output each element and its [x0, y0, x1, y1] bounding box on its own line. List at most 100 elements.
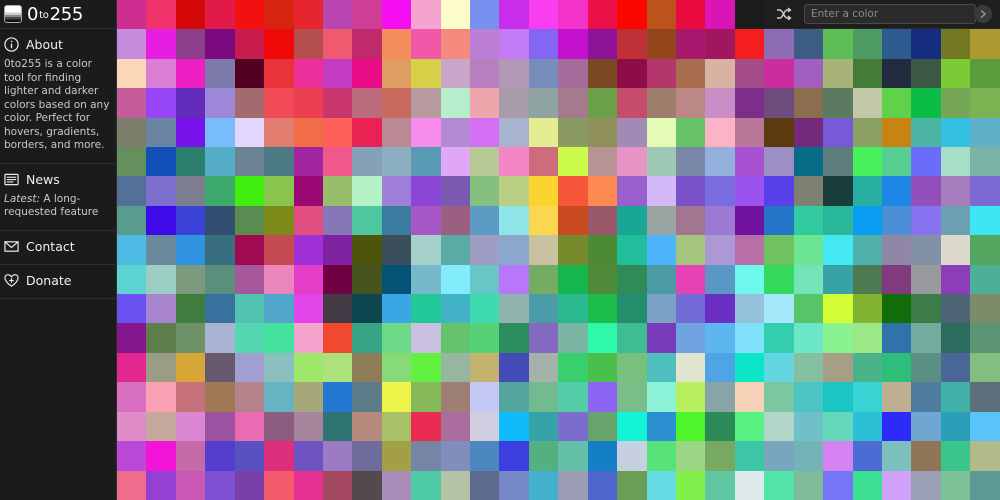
color-swatch[interactable]	[117, 264, 147, 295]
color-swatch[interactable]	[911, 470, 941, 500]
color-swatch[interactable]	[823, 441, 853, 471]
color-swatch[interactable]	[117, 58, 147, 89]
color-swatch[interactable]	[676, 176, 706, 206]
color-swatch[interactable]	[470, 88, 500, 118]
color-swatch[interactable]	[293, 205, 323, 236]
color-swatch[interactable]	[940, 205, 971, 236]
color-swatch[interactable]	[264, 264, 294, 295]
color-swatch[interactable]	[587, 147, 618, 177]
color-swatch[interactable]	[734, 29, 765, 59]
color-swatch[interactable]	[970, 88, 1000, 118]
color-swatch[interactable]	[764, 117, 794, 148]
color-swatch[interactable]	[705, 352, 735, 383]
color-swatch[interactable]	[117, 88, 147, 118]
color-swatch[interactable]	[764, 205, 794, 236]
color-swatch[interactable]	[823, 411, 853, 442]
color-swatch[interactable]	[676, 411, 706, 442]
color-swatch[interactable]	[440, 382, 471, 412]
color-swatch[interactable]	[264, 470, 294, 500]
color-swatch[interactable]	[764, 323, 794, 353]
color-swatch[interactable]	[881, 205, 912, 236]
color-swatch[interactable]	[646, 352, 677, 383]
color-swatch[interactable]	[940, 147, 971, 177]
color-swatch[interactable]	[440, 352, 471, 383]
color-swatch[interactable]	[852, 382, 882, 412]
color-swatch[interactable]	[117, 382, 147, 412]
color-swatch[interactable]	[970, 29, 1000, 59]
shuffle-button[interactable]	[764, 0, 804, 28]
color-swatch[interactable]	[440, 0, 471, 30]
color-swatch[interactable]	[146, 147, 176, 177]
color-swatch[interactable]	[587, 352, 618, 383]
color-swatch[interactable]	[322, 235, 353, 265]
color-swatch[interactable]	[322, 382, 353, 412]
color-swatch[interactable]	[617, 117, 647, 148]
color-swatch[interactable]	[793, 88, 824, 118]
color-swatch[interactable]	[705, 294, 735, 324]
color-swatch[interactable]	[617, 58, 647, 89]
color-swatch[interactable]	[381, 58, 412, 89]
color-swatch[interactable]	[911, 264, 941, 295]
color-swatch[interactable]	[793, 352, 824, 383]
color-swatch[interactable]	[499, 352, 529, 383]
color-swatch[interactable]	[322, 88, 353, 118]
color-swatch[interactable]	[411, 58, 441, 89]
color-swatch[interactable]	[764, 441, 794, 471]
color-swatch[interactable]	[852, 470, 882, 500]
color-swatch[interactable]	[234, 411, 265, 442]
color-swatch[interactable]	[470, 117, 500, 148]
color-swatch[interactable]	[322, 294, 353, 324]
color-swatch[interactable]	[558, 264, 588, 295]
color-swatch[interactable]	[587, 235, 618, 265]
color-swatch[interactable]	[852, 58, 882, 89]
color-swatch[interactable]	[793, 58, 824, 89]
color-swatch[interactable]	[587, 117, 618, 148]
color-swatch[interactable]	[617, 352, 647, 383]
color-swatch[interactable]	[911, 411, 941, 442]
color-swatch[interactable]	[793, 147, 824, 177]
color-swatch[interactable]	[293, 29, 323, 59]
color-swatch[interactable]	[558, 29, 588, 59]
color-swatch[interactable]	[705, 470, 735, 500]
color-swatch[interactable]	[234, 0, 265, 30]
color-swatch[interactable]	[175, 88, 206, 118]
color-swatch[interactable]	[175, 352, 206, 383]
color-swatch[interactable]	[146, 205, 176, 236]
color-swatch[interactable]	[911, 147, 941, 177]
color-swatch[interactable]	[617, 205, 647, 236]
nav-contact[interactable]: Contact	[4, 239, 112, 254]
color-swatch[interactable]	[352, 235, 382, 265]
color-swatch[interactable]	[823, 264, 853, 295]
color-swatch[interactable]	[793, 176, 824, 206]
color-swatch[interactable]	[264, 205, 294, 236]
color-swatch[interactable]	[293, 0, 323, 30]
color-swatch[interactable]	[646, 58, 677, 89]
color-swatch[interactable]	[617, 176, 647, 206]
color-swatch[interactable]	[175, 235, 206, 265]
color-swatch[interactable]	[264, 294, 294, 324]
color-swatch[interactable]	[440, 294, 471, 324]
color-swatch[interactable]	[764, 411, 794, 442]
color-swatch[interactable]	[793, 411, 824, 442]
color-swatch[interactable]	[264, 411, 294, 442]
color-swatch[interactable]	[470, 411, 500, 442]
color-swatch[interactable]	[705, 205, 735, 236]
color-swatch[interactable]	[852, 323, 882, 353]
color-swatch[interactable]	[264, 323, 294, 353]
color-swatch[interactable]	[734, 205, 765, 236]
color-swatch[interactable]	[264, 0, 294, 30]
color-swatch[interactable]	[117, 411, 147, 442]
color-swatch[interactable]	[293, 58, 323, 89]
color-swatch[interactable]	[646, 382, 677, 412]
color-swatch[interactable]	[322, 323, 353, 353]
color-swatch[interactable]	[264, 88, 294, 118]
color-swatch[interactable]	[558, 176, 588, 206]
color-swatch[interactable]	[352, 0, 382, 30]
color-swatch[interactable]	[352, 117, 382, 148]
color-swatch[interactable]	[440, 441, 471, 471]
color-swatch[interactable]	[528, 470, 559, 500]
color-swatch[interactable]	[146, 117, 176, 148]
color-swatch[interactable]	[352, 264, 382, 295]
color-swatch[interactable]	[352, 441, 382, 471]
color-swatch[interactable]	[499, 235, 529, 265]
